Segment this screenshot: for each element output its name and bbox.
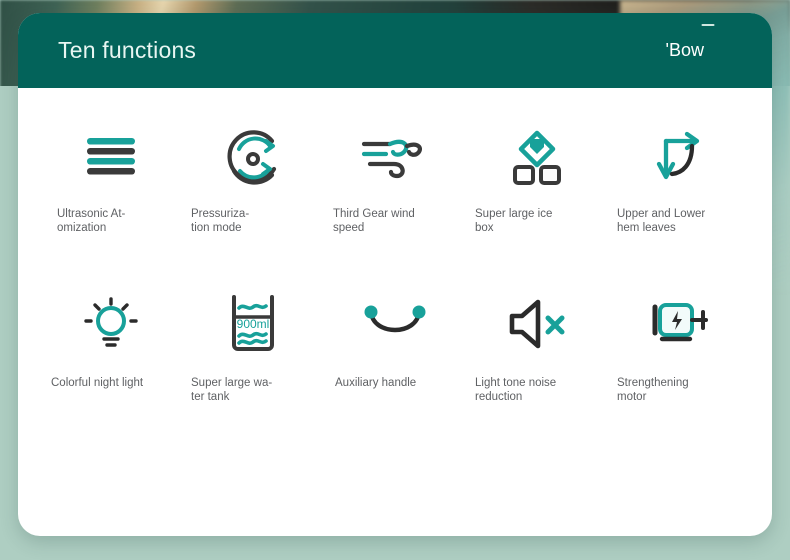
feature-card: Ten functions Bow	[18, 13, 772, 536]
feature-item-pressurization-mode[interactable]: Pressuriza- tion mode	[182, 126, 324, 235]
feature-label: Pressuriza- tion mode	[191, 208, 315, 235]
auxiliary-handle-icon	[363, 291, 427, 357]
hem-leaves-arrows-icon	[650, 126, 708, 192]
feature-label: Upper and Lower hem leaves	[617, 208, 741, 235]
feature-item-hem-leaves[interactable]: Upper and Lower hem leaves	[608, 126, 750, 235]
feature-item-auxiliary-handle[interactable]: Auxiliary handle	[324, 291, 466, 404]
water-tank-icon: 900ml	[225, 291, 281, 357]
feature-label: Super large ice box	[475, 208, 599, 235]
motor-bolt-icon	[646, 291, 712, 357]
brand-label: Bow	[666, 40, 704, 61]
feature-label: Auxiliary handle	[333, 377, 457, 391]
feature-item-strengthening-motor[interactable]: Strengthening motor	[608, 291, 750, 404]
feature-row: Ultrasonic At- omization	[40, 126, 750, 235]
night-light-bulb-icon	[82, 291, 140, 357]
feature-grid: Ultrasonic At- omization	[18, 88, 772, 404]
feature-label: Ultrasonic At- omization	[49, 208, 173, 235]
feature-item-water-tank[interactable]: 900ml Super large wa- ter tank	[182, 291, 324, 404]
page-title: Ten functions	[58, 37, 196, 64]
feature-label: Third Gear wind speed	[333, 208, 457, 235]
feature-item-wind-speed[interactable]: Third Gear wind speed	[324, 126, 466, 235]
feature-label: Colorful night light	[49, 377, 173, 391]
feature-label: Strengthening motor	[617, 377, 741, 404]
card-header: Ten functions Bow	[18, 13, 772, 88]
ultrasonic-bars-icon	[85, 126, 137, 192]
feature-label: Light tone noise reduction	[475, 377, 599, 404]
speaker-mute-icon	[506, 291, 568, 357]
pressurization-circle-icon	[222, 126, 284, 192]
screenshot-stage: Ten functions Bow	[0, 0, 790, 560]
feature-label: Super large wa- ter tank	[191, 377, 315, 404]
ice-box-icon	[508, 126, 566, 192]
feature-row: Colorful night light 900ml	[40, 291, 750, 404]
brand-area: Bow	[666, 40, 750, 61]
wind-speed-icon	[360, 126, 430, 192]
feature-item-ice-box[interactable]: Super large ice box	[466, 126, 608, 235]
water-tank-capacity-label: 900ml	[237, 317, 270, 331]
feature-item-ultrasonic-atomization[interactable]: Ultrasonic At- omization	[40, 126, 182, 235]
dash-mark-icon	[701, 24, 714, 26]
feature-item-noise-reduction[interactable]: Light tone noise reduction	[466, 291, 608, 404]
feature-item-night-light[interactable]: Colorful night light	[40, 291, 182, 404]
